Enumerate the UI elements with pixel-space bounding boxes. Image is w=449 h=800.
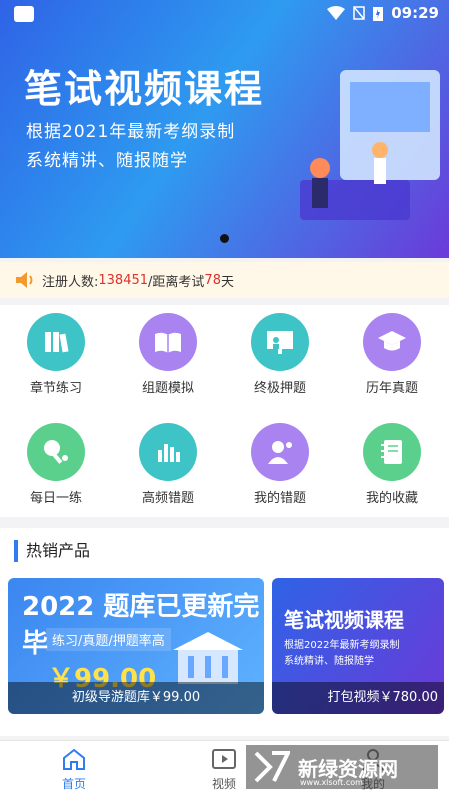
banner-illustration bbox=[300, 70, 440, 220]
banner-title: 笔试视频课程 bbox=[24, 67, 265, 111]
tab-label: 视频 bbox=[211, 777, 236, 791]
grid-label: 我的收藏 bbox=[365, 491, 418, 506]
notice-middle: /距离考试 bbox=[148, 274, 205, 290]
grid-item-chapter-practice[interactable]: 章节练习 bbox=[0, 305, 112, 405]
grid-label: 我的错题 bbox=[253, 491, 306, 506]
card-caption: 初级导游题库￥99.00 bbox=[8, 682, 264, 714]
card-tagline: 练习/真题/押题率高 bbox=[46, 628, 171, 651]
card-headline: 笔试视频课程 bbox=[284, 608, 404, 632]
banner-line1: 根据2021年最新考纲录制 bbox=[26, 122, 236, 142]
notification-icon bbox=[14, 6, 34, 22]
carousel-indicator[interactable] bbox=[220, 234, 229, 243]
notice-suffix: 天 bbox=[220, 274, 234, 290]
grid-item-my-favorites[interactable]: 我的收藏 bbox=[336, 415, 448, 515]
clock: 09:29 bbox=[391, 4, 439, 22]
registered-count: 138451 bbox=[98, 272, 149, 288]
home-icon bbox=[63, 748, 85, 770]
bars-icon bbox=[139, 423, 197, 481]
watermark-url: www.xlsoft.com bbox=[300, 778, 363, 787]
grid-item-mock-exam[interactable]: 组题模拟 bbox=[112, 305, 224, 405]
grid-item-past-papers[interactable]: 历年真题 bbox=[336, 305, 448, 405]
card-subline1: 根据2022年最新考纲录制 bbox=[284, 640, 400, 651]
bank-building-icon bbox=[173, 632, 243, 684]
tab-home[interactable]: 首页 bbox=[39, 747, 109, 792]
watermark-logo-icon bbox=[254, 751, 290, 783]
notice-prefix: 注册人数: bbox=[42, 274, 99, 290]
banner-carousel[interactable]: 笔试视频课程 根据2021年最新考纲录制 系统精讲、随报随学 bbox=[0, 0, 449, 258]
grid-label: 章节练习 bbox=[29, 381, 82, 396]
grid-label: 高频错题 bbox=[141, 491, 194, 506]
board-icon bbox=[251, 313, 309, 371]
grid-item-daily-practice[interactable]: 每日一练 bbox=[0, 415, 112, 515]
days-remaining: 78 bbox=[204, 272, 221, 288]
books-icon bbox=[27, 313, 85, 371]
registration-notice: 注册人数: 138451 /距离考试 78 天 bbox=[0, 262, 449, 298]
watermark: 新绿资源网 www.xlsoft.com bbox=[246, 745, 438, 789]
product-card-video-bundle[interactable]: 笔试视频课程 根据2022年最新考纲录制 系统精讲、随报随学 打包视频￥780.… bbox=[272, 578, 444, 714]
section-title: 热销产品 bbox=[14, 540, 90, 562]
grid-label: 每日一练 bbox=[29, 491, 82, 506]
feature-grid: 章节练习 组题模拟 终极押题 历年真题 每日一练 高频错题 我的错题 我的收藏 bbox=[0, 305, 449, 517]
wifi-icon bbox=[327, 6, 346, 20]
grid-item-frequent-mistakes[interactable]: 高频错题 bbox=[112, 415, 224, 515]
no-signal-icon bbox=[353, 6, 365, 20]
speaker-icon bbox=[16, 272, 33, 288]
grid-label: 组题模拟 bbox=[141, 381, 194, 396]
video-icon bbox=[212, 749, 236, 769]
grid-item-final-prediction[interactable]: 终极押题 bbox=[224, 305, 336, 405]
grid-label: 历年真题 bbox=[365, 381, 418, 396]
card-caption: 打包视频￥780.00 bbox=[272, 682, 444, 714]
status-bar: 09:29 bbox=[0, 0, 449, 28]
hot-products-section: 热销产品 2022 题库已更新完毕 练习/真题/押题率高 ￥99.00 初级导游… bbox=[0, 528, 449, 736]
open-book-icon bbox=[139, 313, 197, 371]
person-icon bbox=[251, 423, 309, 481]
card-subline2: 系统精讲、随报随学 bbox=[284, 656, 374, 667]
battery-charging-icon bbox=[373, 7, 384, 21]
tab-label: 首页 bbox=[61, 777, 86, 791]
graduation-cap-icon bbox=[363, 313, 421, 371]
grid-label: 终极押题 bbox=[253, 381, 306, 396]
ping-pong-icon bbox=[27, 423, 85, 481]
grid-item-my-mistakes[interactable]: 我的错题 bbox=[224, 415, 336, 515]
notebook-icon bbox=[363, 423, 421, 481]
product-card-question-bank[interactable]: 2022 题库已更新完毕 练习/真题/押题率高 ￥99.00 初级导游题库￥99… bbox=[8, 578, 264, 714]
banner-line2: 系统精讲、随报随学 bbox=[26, 151, 188, 171]
